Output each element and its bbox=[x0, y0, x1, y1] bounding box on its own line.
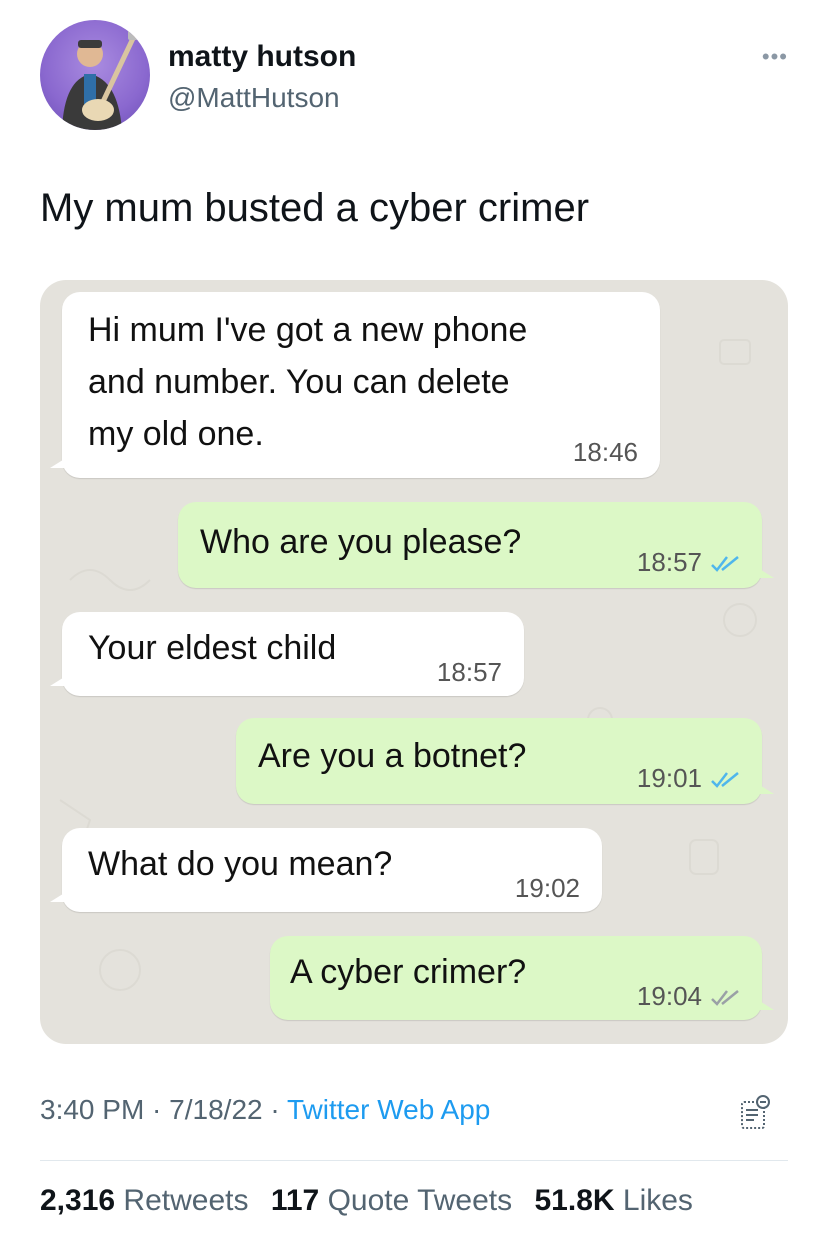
message-time: 18:57 bbox=[637, 547, 740, 578]
message-time: 19:02 bbox=[514, 873, 580, 903]
retweets-count: 2,316 bbox=[40, 1184, 116, 1217]
more-dots-icon[interactable]: ••• bbox=[762, 44, 788, 70]
tweet-header: matty hutson @MattHutson ••• bbox=[40, 20, 788, 132]
tweet-text: My mum busted a cyber crimer bbox=[40, 186, 590, 230]
tweet-meta: 3:40 PM · 7/18/22 · Twitter Web App bbox=[40, 1094, 490, 1126]
message-text: Hi mum I've got a new phone and number. … bbox=[88, 311, 528, 453]
message-bubble-incoming[interactable]: Hi mum I've got a new phone and number. … bbox=[50, 292, 660, 478]
quote-tweets-count: 117 bbox=[270, 1184, 320, 1217]
avatar[interactable] bbox=[40, 20, 150, 130]
message-text: What do you mean? bbox=[88, 845, 393, 883]
message-bubble-incoming[interactable]: Your eldest child 18:57 bbox=[50, 612, 524, 696]
retweets-label: Retweets bbox=[123, 1184, 249, 1217]
double-check-read-icon bbox=[711, 556, 739, 573]
quote-tweets-label: Quote Tweets bbox=[327, 1184, 513, 1217]
message-text: Your eldest child bbox=[88, 629, 337, 667]
message-time: 18:46 bbox=[572, 437, 638, 467]
message-bubble-outgoing[interactable]: Who are you please? 18:57 bbox=[178, 502, 774, 588]
message-time-label: 19:01 bbox=[636, 763, 702, 793]
tweet-time[interactable]: 3:40 PM bbox=[40, 1094, 144, 1125]
message-bubble-incoming[interactable]: What do you mean? 19:02 bbox=[50, 828, 602, 912]
meta-separator: · bbox=[262, 1094, 287, 1125]
message-text: Are you a botnet? bbox=[258, 737, 527, 775]
message-text: Who are you please? bbox=[200, 523, 522, 561]
tweet-source-link[interactable]: Twitter Web App bbox=[287, 1094, 490, 1125]
likes-stat[interactable]: 51.8K Likes bbox=[534, 1184, 692, 1217]
message-text: A cyber crimer? bbox=[290, 953, 527, 991]
divider bbox=[40, 1160, 788, 1161]
quote-tweets-stat[interactable]: 117 Quote Tweets bbox=[271, 1184, 512, 1217]
likes-label: Likes bbox=[622, 1184, 693, 1217]
message-bubble-outgoing[interactable]: Are you a botnet? 19:01 bbox=[236, 718, 774, 804]
analytics-icon[interactable] bbox=[740, 1094, 770, 1130]
message-time: 19:04 bbox=[637, 981, 740, 1012]
message-time-label: 19:04 bbox=[636, 981, 702, 1011]
message-time: 18:57 bbox=[436, 657, 502, 687]
tweet-date[interactable]: 7/18/22 bbox=[169, 1094, 262, 1125]
double-check-read-icon bbox=[711, 772, 739, 789]
message-time-label: 18:57 bbox=[636, 547, 702, 577]
likes-count: 51.8K bbox=[534, 1184, 615, 1217]
chat-screenshot: Hi mum I've got a new phone and number. … bbox=[40, 280, 788, 1044]
author-handle[interactable]: @MattHutson bbox=[168, 82, 340, 114]
meta-separator: · bbox=[144, 1094, 170, 1125]
double-check-delivered-icon bbox=[711, 990, 739, 1007]
avatar-photo bbox=[62, 26, 139, 130]
message-time: 19:01 bbox=[637, 763, 740, 794]
author-name[interactable]: matty hutson bbox=[168, 40, 356, 74]
message-bubble-outgoing[interactable]: A cyber crimer? 19:04 bbox=[270, 936, 774, 1020]
tweet-stats: 2,316 Retweets 117 Quote Tweets 51.8K Li… bbox=[40, 1184, 707, 1218]
retweets-stat[interactable]: 2,316 Retweets bbox=[40, 1184, 248, 1217]
